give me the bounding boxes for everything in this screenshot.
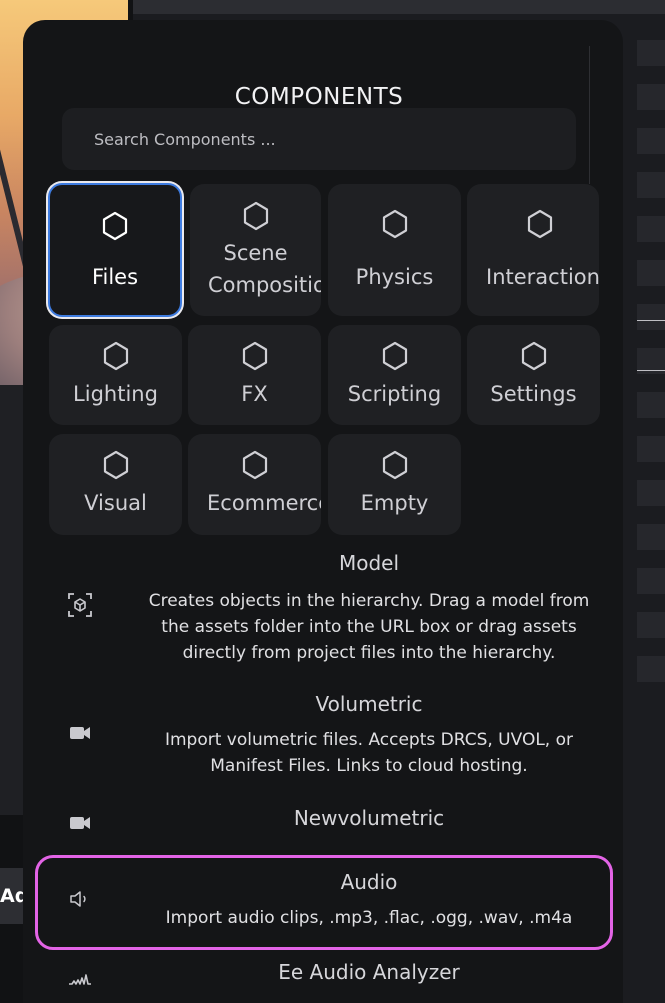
category-label: Physics (355, 265, 434, 289)
background-divider (637, 370, 665, 371)
component-name: Audio (340, 870, 398, 894)
category-label: Settings (490, 382, 577, 406)
search-scroll-track (589, 46, 599, 184)
hexagon-icon (102, 211, 128, 241)
panel-title: COMPONENTS (234, 84, 404, 110)
component-description: Creates objects in the hierarchy. Drag a… (148, 591, 590, 663)
search-components-input[interactable] (62, 108, 576, 170)
component-item-newvolumetric[interactable]: Newvolumetric (23, 804, 615, 854)
background-divider (637, 320, 665, 321)
hexagon-icon (521, 341, 546, 371)
hexagon-icon (382, 450, 407, 480)
category-label: Visual (84, 491, 147, 515)
hexagon-icon (242, 341, 267, 371)
video-camera-icon (70, 727, 90, 739)
category-interaction[interactable]: Interaction (467, 184, 599, 316)
background-panel-edge (0, 385, 24, 815)
category-label: Lighting (73, 382, 158, 406)
component-item-ee-audio-analyzer[interactable]: Ee Audio Analyzer (23, 958, 615, 998)
hexagon-icon (527, 209, 553, 239)
app-stage: Ad COMPONENTS Files Scene Compositio Phy… (0, 0, 665, 1003)
category-ecommerce[interactable]: Ecommerce (188, 434, 321, 535)
category-files[interactable]: Files (48, 183, 182, 317)
components-panel: COMPONENTS Files Scene Compositio Physic… (23, 20, 623, 1003)
category-scene-composition[interactable]: Scene Compositio (190, 184, 321, 316)
audio-waveform-icon (69, 974, 91, 985)
hexagon-icon (382, 341, 407, 371)
category-empty[interactable]: Empty (328, 434, 461, 535)
category-label: Scripting (347, 382, 442, 406)
category-settings[interactable]: Settings (467, 325, 600, 425)
hexagon-icon (103, 450, 128, 480)
category-label: Empty (360, 491, 429, 515)
component-item-audio[interactable]: Audio Import audio clips, .mp3, .flac, .… (23, 868, 615, 938)
hexagon-icon (243, 201, 268, 231)
hexagon-icon (242, 450, 267, 480)
component-description: Import audio clips, .mp3, .flac, .ogg, .… (165, 908, 573, 928)
component-name: Model (338, 551, 400, 575)
category-lighting[interactable]: Lighting (49, 325, 182, 425)
category-label: FX (241, 382, 268, 406)
category-label: Compositio (208, 273, 321, 297)
background-property-rows (637, 40, 665, 740)
speaker-icon (70, 891, 86, 907)
component-name: Volumetric (315, 692, 423, 716)
3d-box-icon (68, 593, 92, 617)
category-label: Scene (223, 241, 288, 265)
hexagon-icon (382, 209, 407, 239)
component-item-volumetric[interactable]: Volumetric Import volumetric files. Acce… (23, 688, 615, 788)
component-description: Import volumetric files. Accepts DRCS, U… (164, 730, 574, 776)
category-label: Files (91, 265, 139, 289)
video-camera-icon (70, 817, 90, 829)
category-label: Interaction (486, 265, 599, 289)
category-scripting[interactable]: Scripting (328, 325, 461, 425)
editor-top-bar (133, 0, 665, 14)
hexagon-icon (103, 341, 128, 371)
add-entity-button[interactable]: Ad (0, 868, 24, 924)
component-item-model[interactable]: Model Creates objects in the hierarchy. … (23, 548, 615, 668)
category-fx[interactable]: FX (188, 325, 321, 425)
component-name: Newvolumetric (293, 806, 445, 830)
category-visual[interactable]: Visual (49, 434, 182, 535)
component-name: Ee Audio Analyzer (278, 960, 460, 984)
category-physics[interactable]: Physics (328, 184, 461, 316)
category-label: Ecommerce (207, 491, 321, 515)
